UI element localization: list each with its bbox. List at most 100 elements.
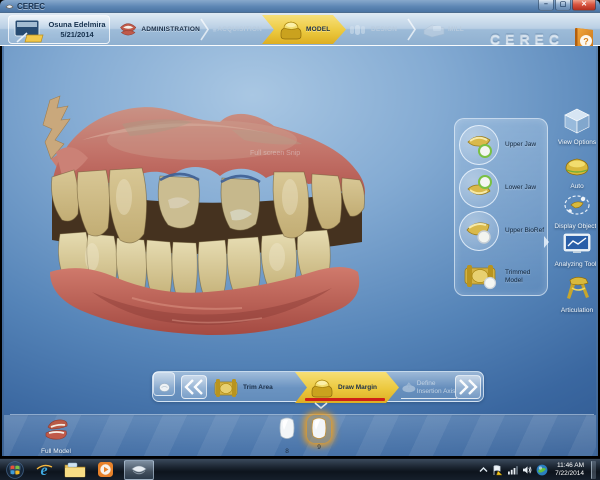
acquisition-camera-icon xyxy=(212,21,217,39)
window-controls: – ▢ ✕ xyxy=(537,0,596,11)
patient-name: Osuna Edelmira xyxy=(45,20,109,30)
close-button[interactable]: ✕ xyxy=(572,0,596,11)
tab-design-label: DESIGN xyxy=(371,26,397,33)
full-model-label: Full Model xyxy=(34,448,78,455)
display-objects-icon xyxy=(563,192,591,218)
display-objects-button[interactable]: Display Objects xyxy=(552,192,598,231)
small-tooth-icon xyxy=(159,383,170,392)
antivirus-tray-icon[interactable] xyxy=(536,464,548,476)
next-steps-button[interactable] xyxy=(455,375,481,399)
window-titlebar: CEREC – ▢ ✕ xyxy=(0,0,600,13)
svg-text:?: ? xyxy=(583,37,589,47)
folder-icon xyxy=(64,461,86,478)
phase-header: Osuna Edelmira 5/21/2014 ADMINISTRATION … xyxy=(0,13,600,46)
analyzing-tools-icon xyxy=(562,232,592,256)
administration-denture-icon xyxy=(118,19,138,41)
articulation-label: Articulation xyxy=(552,307,598,315)
patient-info: Osuna Edelmira 5/21/2014 xyxy=(45,20,109,40)
maximize-button[interactable]: ▢ xyxy=(555,0,571,11)
tab-acquisition: ACQUISITION xyxy=(212,15,262,44)
network-signal-icon[interactable] xyxy=(507,465,518,475)
trimmed-model-icon xyxy=(461,259,499,293)
articulation-icon xyxy=(562,274,592,302)
tooth-item-8[interactable]: 8 xyxy=(274,416,300,455)
full-model-button[interactable]: Full Model xyxy=(34,417,78,453)
view-options-cube-icon xyxy=(563,108,591,134)
taskbar-clock[interactable]: 11:46 AM 7/22/2014 xyxy=(555,462,584,478)
upper-jaw-label: Upper Jaw xyxy=(505,141,547,149)
app-window-icon xyxy=(5,2,14,11)
upper-bioref-icon xyxy=(460,212,497,249)
auto-label: Auto xyxy=(552,183,598,191)
model-block-icon xyxy=(278,19,304,41)
view-options-button[interactable]: View Options xyxy=(552,108,598,147)
system-tray: 11:46 AM 7/22/2014 xyxy=(479,459,596,480)
previous-steps-button[interactable] xyxy=(181,375,207,399)
dental-model-3d[interactable] xyxy=(22,82,382,342)
trim-area-icon xyxy=(211,376,241,400)
step-trim-area[interactable]: Trim Area xyxy=(211,372,297,403)
cerec-app-teeth-icon xyxy=(130,463,148,477)
window-title: CEREC xyxy=(17,2,45,11)
svg-text:e: e xyxy=(40,462,47,479)
upper-bioref-label: Upper BioRef xyxy=(505,227,547,235)
lower-jaw-button[interactable] xyxy=(459,168,499,208)
tab-administration-label: ADMINISTRATION xyxy=(141,26,200,33)
hidden-icons-chevron[interactable] xyxy=(479,466,488,474)
step-toolbar: Trim Area Draw Margin Define Insertion A… xyxy=(152,371,484,402)
patient-button[interactable]: Osuna Edelmira 5/21/2014 xyxy=(8,15,110,44)
tab-acquisition-label: ACQUISITION xyxy=(217,26,262,33)
display-objects-label: Display Objects xyxy=(552,223,598,231)
volume-icon[interactable] xyxy=(522,465,532,475)
tab-design: DESIGN xyxy=(348,15,404,44)
bottom-band xyxy=(4,415,598,456)
upper-jaw-button[interactable] xyxy=(459,125,499,165)
trimmed-model-button[interactable] xyxy=(461,259,499,293)
articulation-button[interactable]: Articulation xyxy=(552,274,598,315)
panel-collapse-handle[interactable] xyxy=(543,235,550,249)
minimize-button[interactable]: – xyxy=(538,0,554,11)
windows-explorer-icon[interactable] xyxy=(61,460,89,480)
show-desktop-button[interactable] xyxy=(591,461,596,479)
restoration-thumbnail[interactable] xyxy=(153,372,175,396)
tab-mill-label: MILL xyxy=(448,26,464,33)
cerec-taskbar-app-active[interactable] xyxy=(124,460,154,480)
view-options-label: View Options xyxy=(552,139,598,147)
tooth-8-icon xyxy=(277,416,297,442)
internet-explorer-icon[interactable]: e xyxy=(31,460,57,480)
tooth-8-number: 8 xyxy=(274,448,300,455)
model-viewport[interactable]: Full screen Snip Upper Jaw Lower xyxy=(2,46,598,456)
insertion-axis-icon xyxy=(401,379,417,397)
wmp-play-icon xyxy=(97,461,114,478)
double-chevron-right-icon xyxy=(458,379,478,395)
tab-mill: MILL xyxy=(422,15,474,44)
tab-administration[interactable]: ADMINISTRATION xyxy=(118,15,200,44)
patient-date: 5/21/2014 xyxy=(45,30,109,40)
jaw-display-panel: Upper Jaw Lower Jaw Upper BioRef xyxy=(454,118,548,296)
analyzing-tools-label: Analyzing Tools xyxy=(552,261,598,269)
disabled-step-underline xyxy=(401,398,457,399)
analyzing-tools-button[interactable]: Analyzing Tools xyxy=(552,232,598,269)
cerec-brand-logo: CEREC xyxy=(490,31,566,47)
tab-separator-chevron xyxy=(407,18,417,41)
windows-taskbar: e xyxy=(0,458,600,480)
tooth-9-icon xyxy=(309,416,329,442)
lower-jaw-icon xyxy=(460,169,497,206)
watermark-text: Full screen Snip xyxy=(250,150,300,157)
ie-logo-icon: e xyxy=(35,461,53,479)
tooth-9-number: 9 xyxy=(306,444,332,451)
upper-jaw-icon xyxy=(460,126,497,163)
tab-model[interactable]: MODEL xyxy=(262,15,346,44)
active-step-underline xyxy=(305,398,385,401)
lower-jaw-label: Lower Jaw xyxy=(505,184,547,192)
cerec-application: CEREC – ▢ ✕ Osuna Edelmira 5/21/2014 xyxy=(0,0,600,480)
start-button[interactable] xyxy=(3,460,27,480)
media-player-icon[interactable] xyxy=(92,460,118,480)
define-insertion-axis-label: Define Insertion Axis xyxy=(417,380,459,395)
clock-date: 7/22/2014 xyxy=(555,470,584,478)
tab-separator-chevron xyxy=(200,18,210,41)
upper-bioref-button[interactable] xyxy=(459,211,499,251)
action-center-flag-icon[interactable] xyxy=(492,465,503,476)
tab-model-label: MODEL xyxy=(306,26,330,33)
auto-button[interactable]: Auto xyxy=(552,154,598,191)
